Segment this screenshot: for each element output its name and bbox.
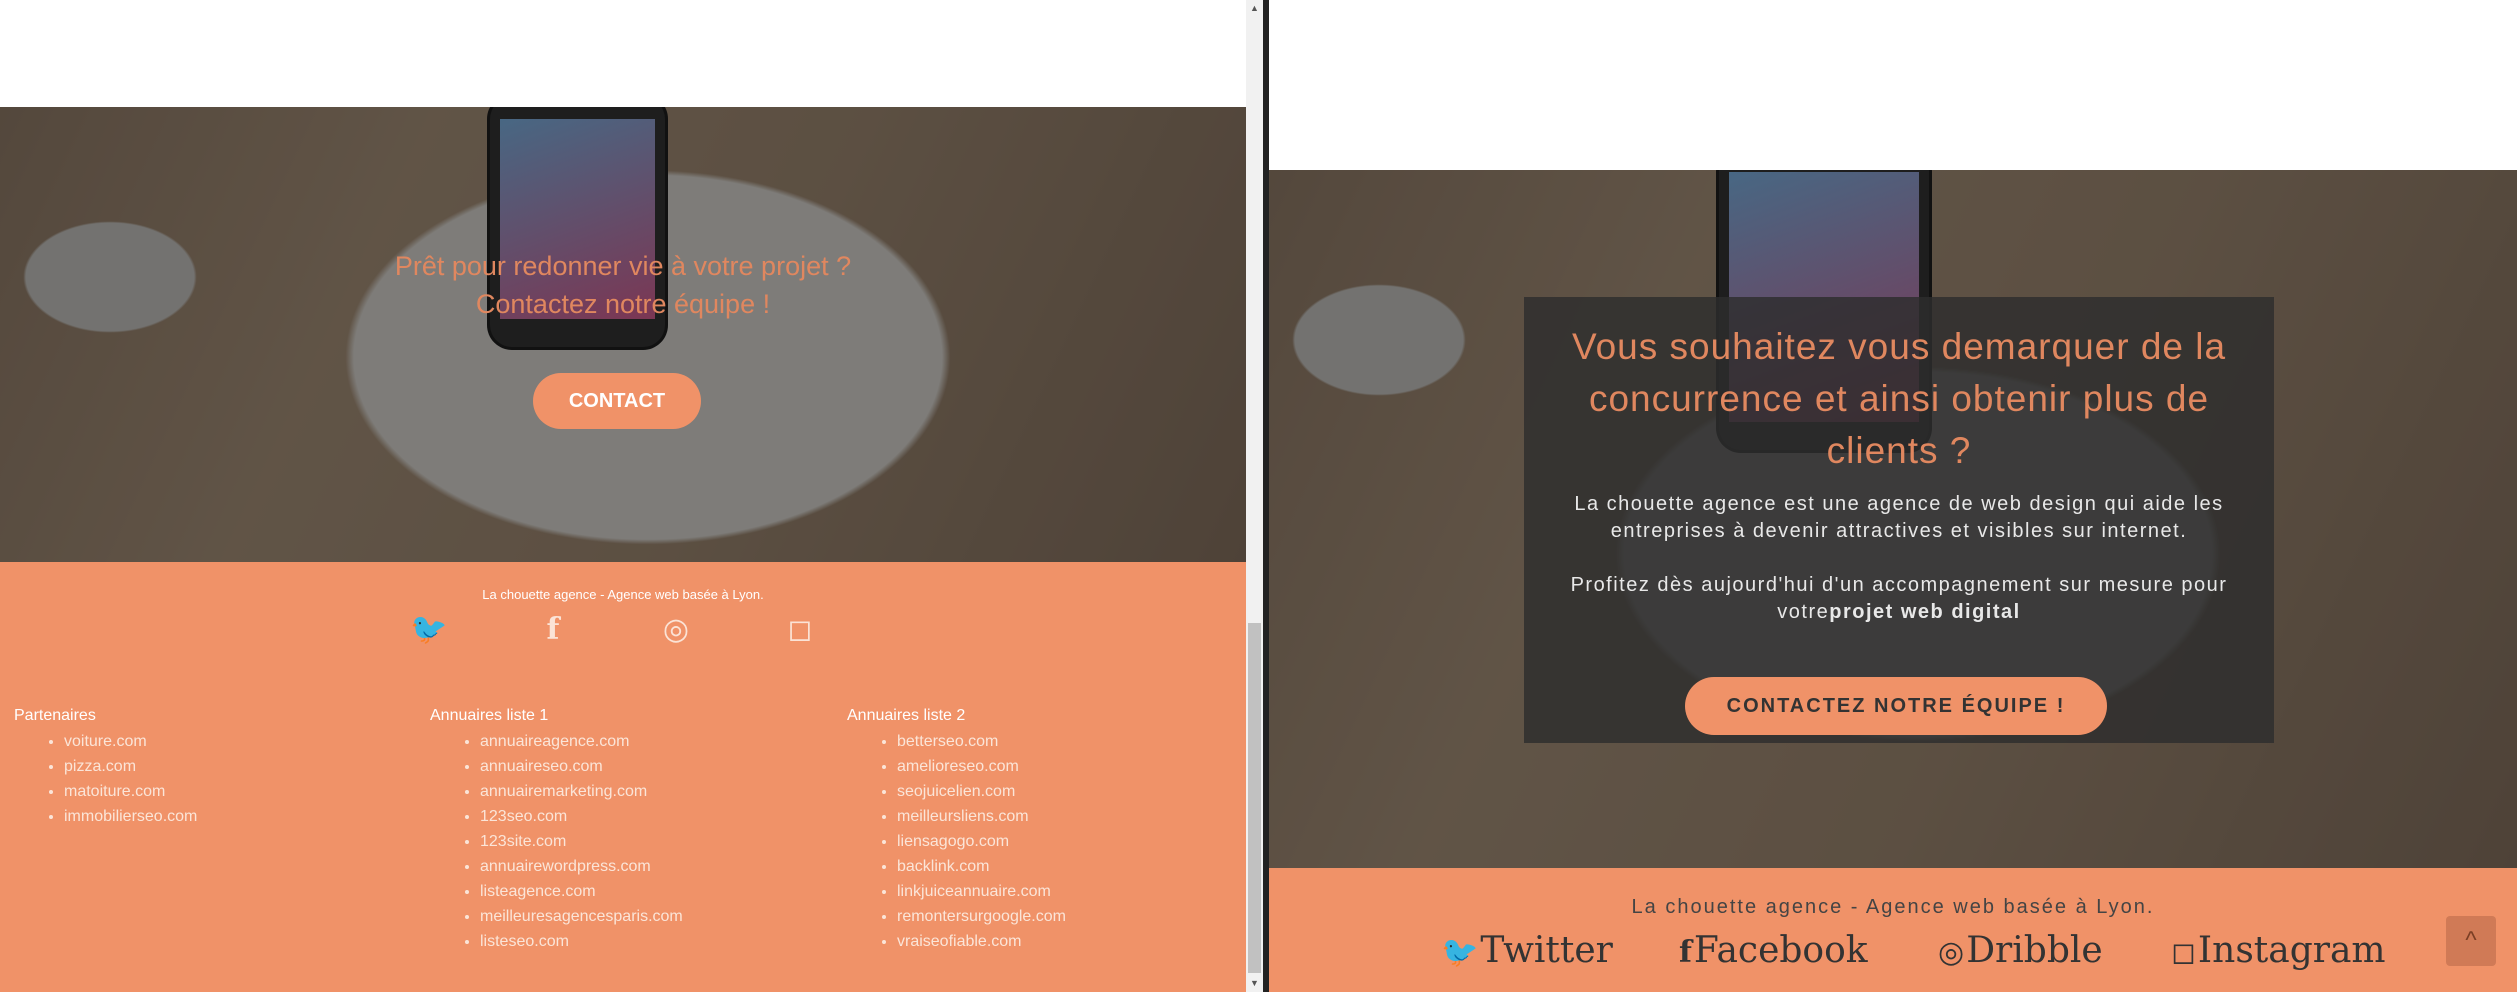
footer-tagline: La chouette agence - Agence web basée à …	[482, 587, 764, 602]
hero-call-to-action-text: Prêt pour redonner vie à votre projet ? …	[0, 247, 1246, 323]
vertical-scrollbar[interactable]: ▲ ▼	[1246, 0, 1263, 992]
hero-heading: Vous souhaitez vous demarquer de la conc…	[1571, 326, 2227, 471]
contact-team-button[interactable]: CONTACTEZ NOTRE ÉQUIPE !	[1685, 677, 2107, 735]
site-footer: La chouette agence - Agence web basée à …	[1269, 868, 2517, 992]
hero-paragraph-1: La chouette agence est une agence de web…	[1574, 493, 2224, 542]
scroll-up-arrow-icon[interactable]: ▲	[1246, 0, 1263, 17]
link-label: Facebook	[1693, 930, 1868, 971]
list-item[interactable]: voiture.com	[64, 729, 197, 754]
footer-column-annuaires-2: Annuaires liste 2 betterseo.com ameliore…	[847, 707, 1066, 954]
list-item[interactable]: meilleursliens.com	[897, 804, 1066, 829]
dribbble-link[interactable]: ◎Dribble	[1938, 930, 2103, 971]
link-label: Dribble	[1966, 930, 2103, 971]
list-item[interactable]: pizza.com	[64, 754, 197, 779]
dribbble-icon[interactable]: ◎	[658, 612, 694, 648]
list-item[interactable]: immobilierseo.com	[64, 804, 197, 829]
dribbble-icon: ◎	[1938, 935, 1965, 970]
list-item[interactable]: 123site.com	[480, 829, 683, 854]
twitter-icon[interactable]: 🐦	[410, 612, 447, 648]
left-viewport: Prêt pour redonner vie à votre projet ? …	[0, 0, 1246, 992]
chevron-up-icon: ^	[2465, 927, 2477, 954]
list-item[interactable]: seojuicelien.com	[897, 779, 1066, 804]
hero-line-2: Contactez notre équipe !	[475, 289, 771, 319]
column-title: Annuaires liste 1	[430, 707, 549, 724]
list-item[interactable]: matoiture.com	[64, 779, 197, 804]
twitter-icon: 🐦	[1441, 935, 1479, 970]
scroll-down-arrow-icon[interactable]: ▼	[1246, 975, 1263, 992]
facebook-icon[interactable]: f	[535, 612, 571, 648]
list-item[interactable]: annuaireagence.com	[480, 729, 683, 754]
hero-line-1: Prêt pour redonner vie à votre projet ?	[394, 251, 852, 281]
list-item[interactable]: linkjuiceannuaire.com	[897, 879, 1066, 904]
list-item[interactable]: annuairewordpress.com	[480, 854, 683, 879]
list-item[interactable]: backlink.com	[897, 854, 1066, 879]
footer-column-annuaires-1: Annuaires liste 1 annuaireagence.com ann…	[430, 707, 683, 954]
list-item[interactable]: vraiseofiable.com	[897, 929, 1066, 954]
list-item[interactable]: annuaireseo.com	[480, 754, 683, 779]
instagram-link[interactable]: ◻Instagram	[2171, 930, 2386, 971]
facebook-icon: f	[1679, 935, 1692, 970]
column-title: Annuaires liste 2	[847, 707, 966, 724]
right-viewport: Vous souhaitez vous demarquer de la conc…	[1269, 0, 2517, 992]
contact-hero-section: Prêt pour redonner vie à votre projet ? …	[0, 107, 1246, 562]
list-item[interactable]: amelioreseo.com	[897, 754, 1066, 779]
list-item[interactable]: betterseo.com	[897, 729, 1066, 754]
scrollbar-thumb[interactable]	[1248, 623, 1261, 973]
link-label: Instagram	[2197, 930, 2386, 971]
site-footer: La chouette agence - Agence web basée à …	[0, 562, 1246, 992]
list-item[interactable]: annuairemarketing.com	[480, 779, 683, 804]
intro-hero-section: Vous souhaitez vous demarquer de la conc…	[1269, 170, 2517, 868]
list-item[interactable]: remontersurgoogle.com	[897, 904, 1066, 929]
link-label: Twitter	[1480, 930, 1613, 971]
hero-paragraph-2: Profitez dès aujourd'hui d'un accompagne…	[1524, 572, 2274, 626]
list-item[interactable]: listeseo.com	[480, 929, 683, 954]
list-item[interactable]: listeagence.com	[480, 879, 683, 904]
list-item[interactable]: liensagogo.com	[897, 829, 1066, 854]
twitter-link[interactable]: 🐦Twitter	[1441, 930, 1613, 971]
instagram-icon[interactable]: ◻	[782, 612, 818, 648]
instagram-icon: ◻	[2171, 935, 2196, 970]
column-title: Partenaires	[14, 707, 96, 724]
social-links: 🐦Twitter fFacebook ◎Dribble ◻Instagram	[1269, 930, 2517, 980]
facebook-link[interactable]: fFacebook	[1679, 930, 1868, 971]
back-to-top-button[interactable]: ^	[2446, 916, 2496, 966]
footer-tagline: La chouette agence - Agence web basée à …	[1631, 896, 2155, 918]
social-icons: 🐦 f ◎ ◻	[0, 612, 1246, 652]
paragraph-bold-text: projet web digital	[1829, 601, 2021, 623]
contact-button[interactable]: CONTACT	[533, 373, 701, 429]
intro-card: Vous souhaitez vous demarquer de la conc…	[1524, 297, 2274, 743]
list-item[interactable]: meilleuresagencesparis.com	[480, 904, 683, 929]
list-item[interactable]: 123seo.com	[480, 804, 683, 829]
footer-column-partenaires: Partenaires voiture.com pizza.com matoit…	[14, 707, 197, 829]
